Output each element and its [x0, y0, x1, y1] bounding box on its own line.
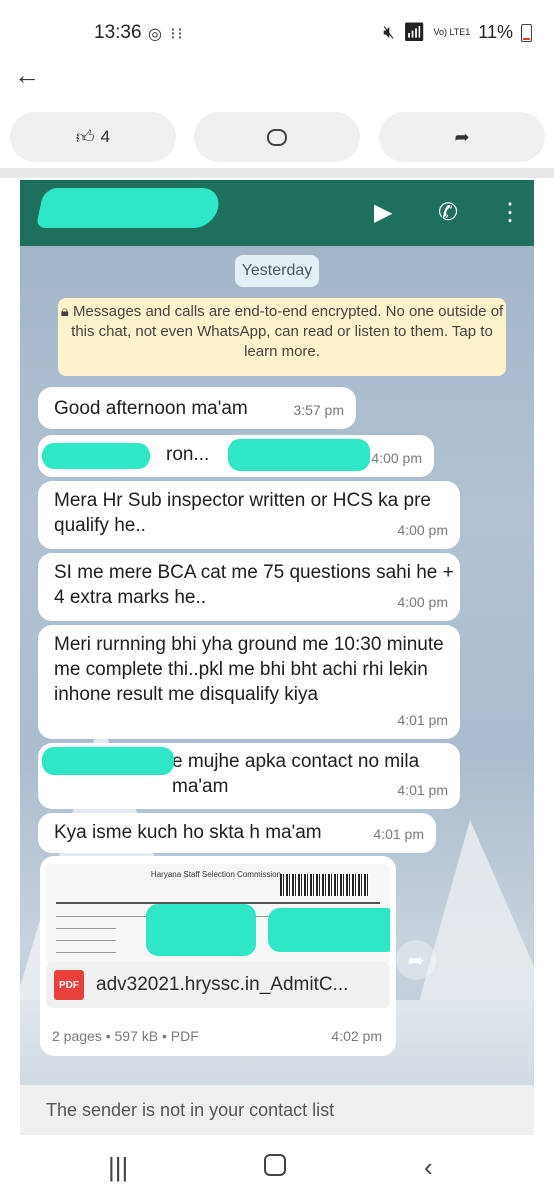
sender-notice: The sender is not in your contact list — [20, 1085, 534, 1135]
message-bubble: Kya isme kuch ho skta h ma'am 4:01 pm — [38, 813, 436, 853]
back-icon[interactable]: ‹ — [424, 1152, 433, 1183]
navigation-bar: ||| ‹ — [0, 1138, 554, 1200]
status-right: 🔇︎ 📶︎ Vo) LTE1 11% — [383, 22, 532, 43]
thumbs-up-icon: 👍︎ — [75, 127, 95, 147]
message-time: 4:00 pm — [397, 594, 448, 610]
document-file-name: adv32021.hryssc.in_AdmitC... — [96, 974, 349, 995]
redacted-text — [42, 443, 150, 469]
shared-whatsapp-screenshot[interactable]: ▶︎ ✆ ⋮ Yesterday 🔒︎ Messages and calls a… — [20, 180, 534, 1135]
document-preview-title: Haryana Staff Selection Commission — [150, 870, 282, 879]
forward-icon[interactable]: ➦ — [396, 940, 436, 980]
whatsapp-header: ▶︎ ✆ ⋮ — [20, 180, 534, 246]
document-preview: Haryana Staff Selection Commission — [46, 864, 390, 964]
wifi-icon: 📶︎ — [402, 22, 426, 42]
message-bubble: ron... 4:00 pm — [38, 435, 434, 477]
network-label: Vo) LTE1 — [433, 27, 471, 37]
redacted-text — [146, 904, 256, 956]
mute-icon: 🔇︎ — [383, 22, 395, 42]
day-label: Yesterday — [235, 255, 319, 287]
battery-text: 11% — [478, 22, 513, 42]
home-icon[interactable] — [264, 1152, 286, 1183]
status-time: 13:36 — [94, 22, 142, 43]
message-text: Kya isme kuch ho skta h ma'am — [54, 822, 322, 843]
message-bubble: Good afternoon ma'am 3:57 pm — [38, 387, 356, 429]
message-text: ron... — [166, 444, 210, 465]
recent-apps-icon[interactable]: ||| — [108, 1152, 128, 1183]
message-time: 4:01 pm — [397, 782, 448, 798]
message-bubble: e mujhe apka contact no mila ma'am 4:01 … — [38, 743, 460, 809]
message-time: 4:01 pm — [373, 826, 424, 842]
preview-rule — [56, 928, 116, 929]
message-time: 4:00 pm — [397, 522, 448, 538]
redacted-text — [268, 908, 390, 952]
redacted-text — [228, 439, 370, 471]
redacted-text — [42, 747, 174, 775]
lock-icon: 🔒︎ — [60, 303, 73, 320]
message-time: 3:57 pm — [293, 402, 344, 418]
comment-button[interactable] — [194, 112, 360, 162]
message-text: SI me mere BCA cat me 75 questions sahi … — [54, 562, 454, 608]
battery-icon — [521, 23, 532, 42]
message-time: 4:02 pm — [331, 1028, 382, 1044]
comment-icon — [267, 128, 287, 146]
message-time: 4:01 pm — [397, 712, 448, 728]
notification-icons: ◎ ⁝⁝ — [148, 26, 185, 43]
encryption-notice: 🔒︎ Messages and calls are end-to-end enc… — [58, 298, 506, 376]
message-text: Meri rurnning bhi yha ground me 10:30 mi… — [54, 634, 444, 705]
message-bubble: Mera Hr Sub inspector written or HCS ka … — [38, 481, 460, 549]
post-actions: 👍︎ 4 ➦ — [0, 112, 554, 162]
redacted-contact-name — [35, 188, 223, 228]
document-message[interactable]: Haryana Staff Selection Commission PDF a… — [40, 856, 396, 1056]
share-button[interactable]: ➦ — [379, 112, 545, 162]
back-arrow-icon[interactable]: ← — [14, 62, 44, 90]
phone-icon: ✆ — [438, 199, 459, 226]
barcode — [280, 874, 370, 896]
preview-rule — [56, 940, 116, 941]
video-call-icon: ▶︎ — [374, 199, 393, 226]
preview-rule — [56, 952, 116, 953]
like-button[interactable]: 👍︎ 4 — [10, 112, 176, 162]
message-text: Mera Hr Sub inspector written or HCS ka … — [54, 490, 431, 536]
like-count: 4 — [100, 127, 111, 146]
document-file-row[interactable]: PDF adv32021.hryssc.in_AdmitC... — [46, 962, 390, 1008]
message-time: 4:00 pm — [371, 450, 422, 466]
status-bar: 13:36 ◎ ⁝⁝ 🔇︎ 📶︎ Vo) LTE1 11% — [0, 0, 554, 62]
share-icon: ➦ — [454, 126, 470, 147]
message-bubble: Meri rurnning bhi yha ground me 10:30 mi… — [38, 625, 460, 739]
pdf-icon: PDF — [54, 970, 84, 1000]
divider — [0, 168, 554, 178]
more-options-icon: ⋮ — [498, 199, 522, 226]
message-bubble: SI me mere BCA cat me 75 questions sahi … — [38, 553, 460, 621]
document-meta: 2 pages • 597 kB • PDF — [52, 1028, 199, 1044]
